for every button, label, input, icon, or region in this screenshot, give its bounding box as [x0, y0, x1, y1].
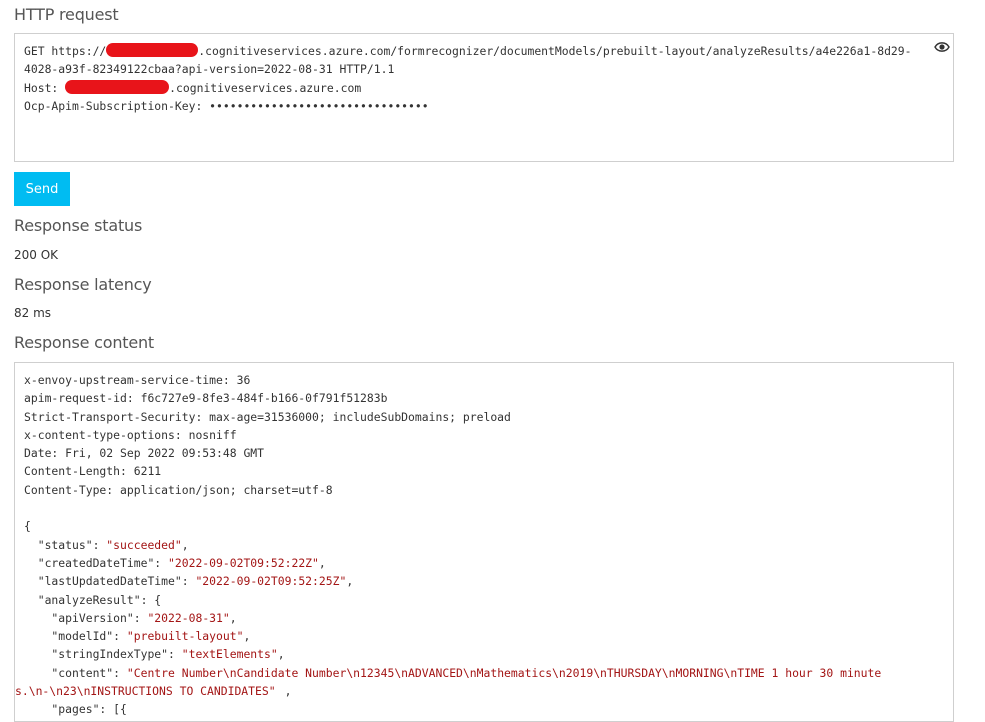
json-key-updated: "lastUpdatedDateTime":: [24, 574, 196, 589]
request-line-prefix: GET https://: [24, 44, 107, 58]
json-key-status: "status":: [24, 537, 107, 552]
response-header-line: x-content-type-options: nosniff: [24, 427, 237, 442]
json-key-pages: "pages": [{: [24, 702, 127, 717]
send-button[interactable]: Send: [14, 172, 70, 206]
json-value-content: "Centre Number\nCandidate Number\n12345\…: [126, 665, 882, 680]
response-latency-value: 82 ms: [14, 306, 52, 320]
http-request-editor[interactable]: GET https:// .cognitiveservices.azure.com…: [14, 33, 954, 162]
request-line-suffix: .cognitiveservices.azure.com/formrecogni…: [198, 44, 912, 58]
json-key-created: "createdDateTime":: [24, 555, 169, 570]
json-open-brace: {: [24, 519, 31, 534]
json-value-created: "2022-09-02T09:52:22Z": [168, 555, 319, 570]
json-value-model-id: "prebuilt-layout": [126, 629, 244, 644]
http-request-text[interactable]: GET https:// .cognitiveservices.azure.com…: [24, 42, 912, 115]
json-key-model-id: "modelId":: [24, 629, 127, 644]
eye-icon[interactable]: [934, 38, 950, 52]
redacted-host-name: [65, 79, 170, 94]
json-key-analyze-result: "analyzeResult": {: [24, 592, 162, 607]
http-request-heading: HTTP request: [14, 5, 119, 24]
json-value-api-version: "2022-08-31": [147, 610, 230, 625]
json-key-content: "content":: [24, 665, 127, 680]
response-content-box[interactable]: x-envoy-upstream-service-time: 36 apim-r…: [14, 362, 954, 722]
json-value-content-wrap: s.\n-\n23\nINSTRUCTIONS TO CANDIDATES": [15, 684, 276, 699]
response-latency-heading: Response latency: [14, 275, 152, 294]
response-content-heading: Response content: [14, 333, 154, 352]
request-line-2: 4028-a93f-82349122cbaa?api-version=2022-…: [24, 62, 395, 77]
host-suffix: .cognitiveservices.azure.com: [169, 80, 362, 95]
host-prefix: Host:: [24, 80, 66, 95]
response-header-line: x-envoy-upstream-service-time: 36: [24, 373, 251, 387]
json-key-api-version: "apiVersion":: [24, 610, 148, 625]
response-header-line: Content-Type: application/json; charset=…: [24, 482, 333, 497]
response-status-value: 200 OK: [14, 248, 59, 262]
json-value-updated: "2022-09-02T09:52:25Z": [195, 574, 347, 589]
redacted-resource-name: [106, 43, 199, 57]
json-value-string-index-type: "textElements": [181, 647, 278, 662]
response-header-line: Strict-Transport-Security: max-age=31536…: [24, 409, 511, 424]
response-header-line: Content-Length: 6211: [24, 464, 162, 479]
response-header-line: Date: Fri, 02 Sep 2022 09:53:48 GMT: [24, 446, 265, 461]
response-content-text: x-envoy-upstream-service-time: 36 apim-r…: [15, 373, 882, 717]
response-status-heading: Response status: [14, 216, 143, 235]
json-key-string-index-type: "stringIndexType":: [24, 647, 182, 662]
response-header-line: apim-request-id: f6c727e9-8fe3-484f-b166…: [24, 391, 388, 406]
subscription-key-line: Ocp-Apim-Subscription-Key: •••••••••••••…: [24, 98, 429, 113]
json-value-status: "succeeded": [106, 537, 182, 552]
